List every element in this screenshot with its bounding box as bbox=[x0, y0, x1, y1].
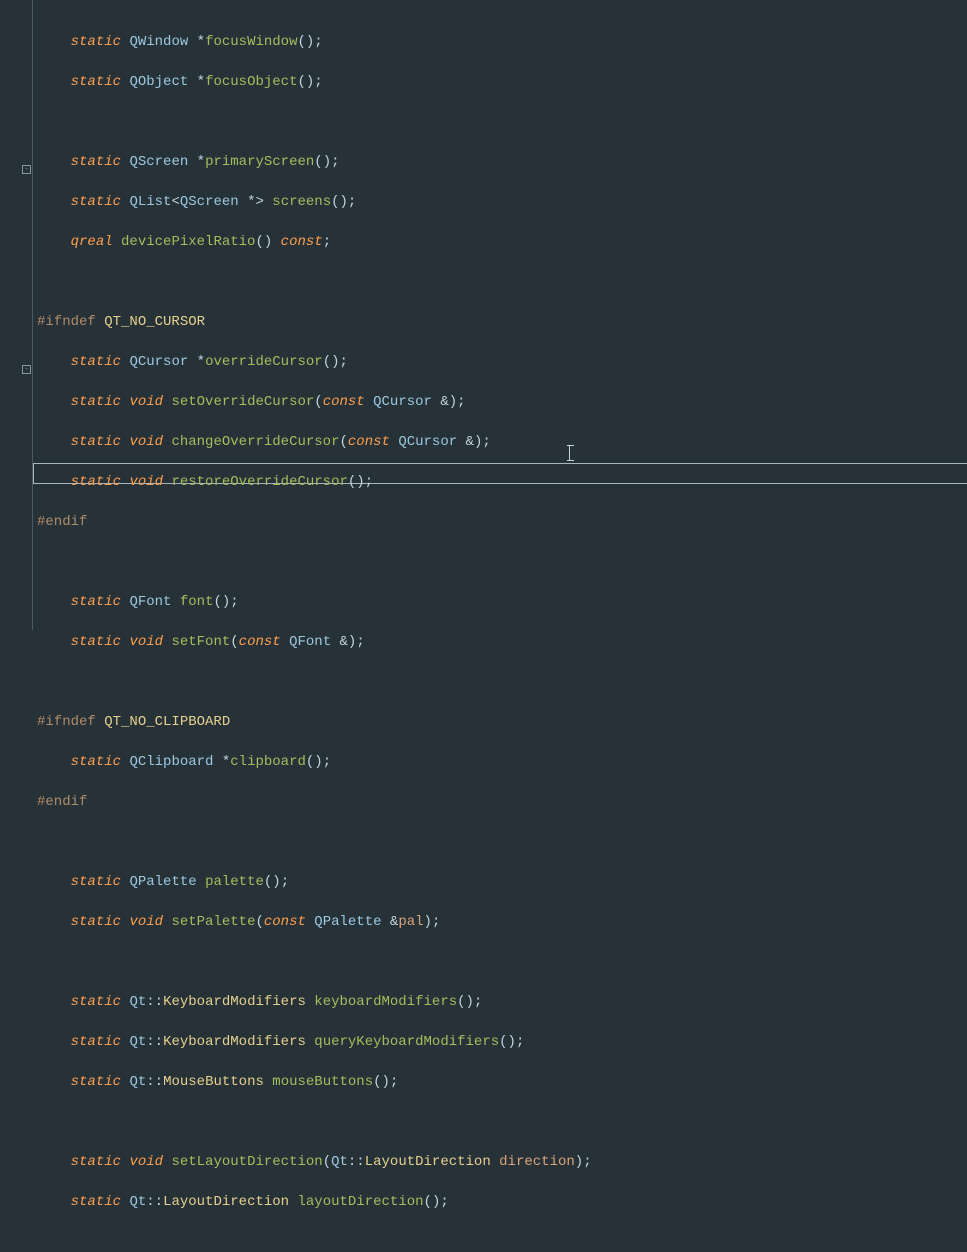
code-line[interactable]: static QClipboard *clipboard(); bbox=[37, 752, 592, 772]
code-line[interactable]: static Qt::LayoutDirection layoutDirecti… bbox=[37, 1192, 592, 1212]
code-line[interactable]: static void restoreOverrideCursor(); bbox=[37, 472, 592, 492]
code-line[interactable]: static QScreen *primaryScreen(); bbox=[37, 152, 592, 172]
code-line[interactable]: qreal devicePixelRatio() const; bbox=[37, 232, 592, 252]
code-line[interactable]: static QPalette palette(); bbox=[37, 872, 592, 892]
code-line[interactable]: static QObject *focusObject(); bbox=[37, 72, 592, 92]
code-line[interactable]: static void setPalette(const QPalette &p… bbox=[37, 912, 592, 932]
code-line[interactable]: static void setLayoutDirection(Qt::Layou… bbox=[37, 1152, 592, 1172]
code-line[interactable] bbox=[37, 112, 592, 132]
code-line[interactable]: #endif bbox=[37, 512, 592, 532]
code-area[interactable]: static QWindow *focusWindow(); static QO… bbox=[37, 12, 592, 1252]
code-line[interactable]: #ifndef QT_NO_CLIPBOARD bbox=[37, 712, 592, 732]
code-line[interactable] bbox=[37, 1112, 592, 1132]
fold-marker[interactable]: - bbox=[22, 165, 31, 174]
code-line[interactable] bbox=[37, 552, 592, 572]
gutter bbox=[0, 0, 33, 630]
code-line[interactable]: #ifndef QT_NO_CURSOR bbox=[37, 312, 592, 332]
code-line[interactable]: static QFont font(); bbox=[37, 592, 592, 612]
code-line[interactable]: static Qt::MouseButtons mouseButtons(); bbox=[37, 1072, 592, 1092]
code-line[interactable]: static QWindow *focusWindow(); bbox=[37, 32, 592, 52]
code-line[interactable]: static Qt::KeyboardModifiers queryKeyboa… bbox=[37, 1032, 592, 1052]
code-editor[interactable]: - - static QWindow *focusWindow(); stati… bbox=[0, 0, 967, 630]
code-line[interactable] bbox=[37, 672, 592, 692]
code-line[interactable] bbox=[37, 272, 592, 292]
code-line[interactable] bbox=[37, 952, 592, 972]
code-line[interactable]: static void changeOverrideCursor(const Q… bbox=[37, 432, 592, 452]
code-line[interactable]: #endif bbox=[37, 792, 592, 812]
code-line[interactable]: static void setFont(const QFont &); bbox=[37, 632, 592, 652]
fold-marker[interactable]: - bbox=[22, 365, 31, 374]
code-line[interactable]: static QList<QScreen *> screens(); bbox=[37, 192, 592, 212]
code-line[interactable]: static Qt::KeyboardModifiers keyboardMod… bbox=[37, 992, 592, 1012]
code-line[interactable]: static QCursor *overrideCursor(); bbox=[37, 352, 592, 372]
code-line[interactable] bbox=[37, 832, 592, 852]
code-line[interactable]: static void setOverrideCursor(const QCur… bbox=[37, 392, 592, 412]
